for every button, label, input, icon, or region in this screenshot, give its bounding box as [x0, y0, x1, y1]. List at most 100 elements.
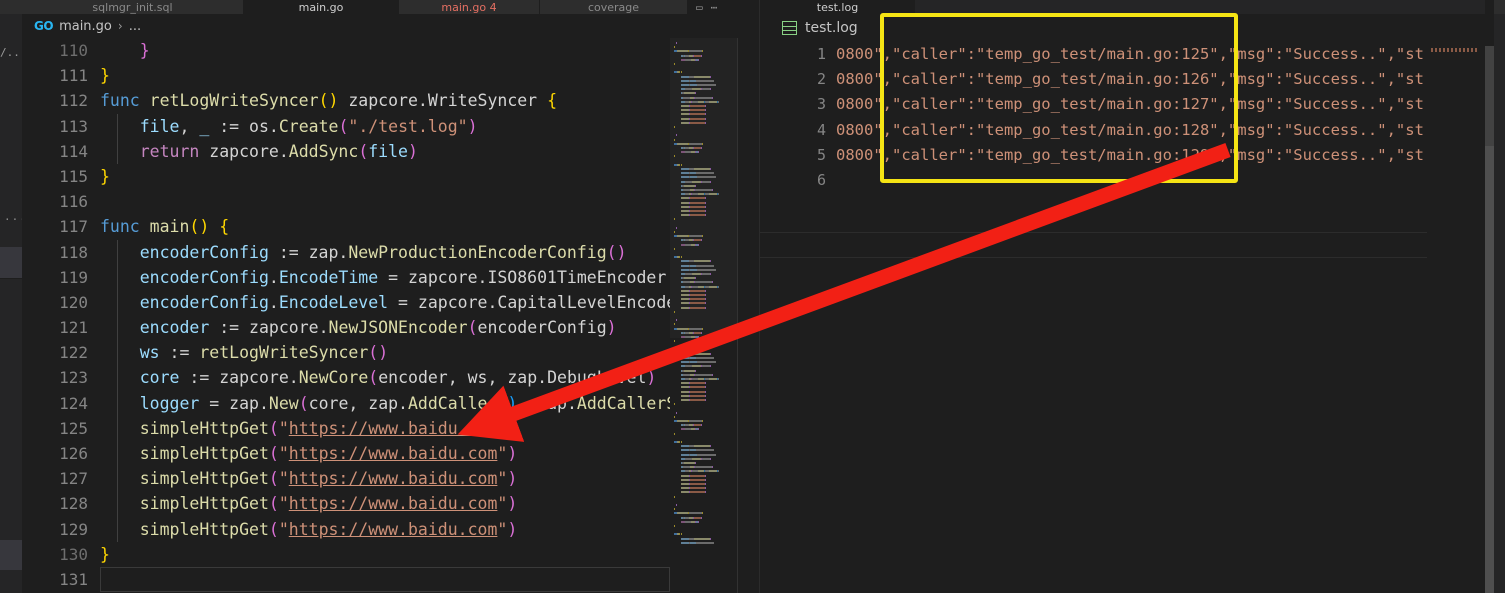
minimap-line: [690, 268, 697, 271]
minimap-line: [684, 277, 695, 280]
minimap-line: [691, 487, 704, 490]
minimap-line: [676, 319, 677, 322]
editor-line-number: 115: [22, 164, 100, 189]
editor-group-splitter[interactable]: [744, 0, 760, 593]
left-strip-tabbar: [0, 0, 22, 14]
editor-code-line[interactable]: simpleHttpGet("https://www.baidu.com"): [100, 466, 670, 492]
editor-code-line[interactable]: }: [100, 542, 670, 567]
code-token: encoderConfig: [139, 292, 269, 312]
editor-code-line[interactable]: }: [100, 164, 670, 189]
split-editor-icon[interactable]: ▭: [696, 1, 703, 14]
editor-code-line[interactable]: encoderConfig := zap.NewProductionEncode…: [100, 239, 670, 265]
more-actions-icon[interactable]: ⋯: [711, 1, 718, 14]
minimap-line: [705, 394, 706, 397]
minimap-slider[interactable]: [670, 38, 737, 338]
code-token: ": [497, 418, 508, 438]
editor-code-line[interactable]: logger = zap.New(core, zap.AddCaller(), …: [100, 390, 670, 416]
minimap-line: [684, 462, 695, 464]
left-strip-selected-item-2[interactable]: [0, 540, 22, 570]
editor-code-line[interactable]: simpleHttpGet("https://www.baidu.com"): [100, 516, 670, 542]
minimap-line: [701, 54, 702, 57]
code-token: encoder: [139, 318, 210, 338]
code-token[interactable]: https://www.baidu.com: [289, 520, 498, 539]
minimap-line: [691, 399, 704, 401]
code-line-text: logger = zap.New(core, zap.AddCaller(), …: [100, 391, 670, 416]
editor-code-line[interactable]: encoder := zapcore.NewJSONEncoder(encode…: [100, 315, 670, 341]
code-editor[interactable]: 110 111 112 113 114 115 116 117 118 119 120 121 122 1…: [22, 38, 670, 593]
minimap-line: [690, 453, 697, 456]
log-breadcrumb-file[interactable]: test.log: [805, 20, 858, 36]
editor-code-line[interactable]: simpleHttpGet("https://www.baidu.com"): [100, 441, 670, 467]
editor-tab-main-go[interactable]: main.go: [244, 0, 399, 14]
editor-tab-main-go-4[interactable]: main.go 4: [399, 0, 540, 14]
editor-code-line[interactable]: return zapcore.AddSync(file): [100, 138, 670, 164]
code-token: }: [100, 166, 110, 186]
log-content-area[interactable]: 1 0800","caller":"temp_go_test/main.go:12…: [760, 42, 1505, 593]
minimap-line: [705, 117, 706, 120]
editor-code-line[interactable]: core := zapcore.NewCore(encoder, ws, zap…: [100, 365, 670, 391]
log-line[interactable]: 3 0800","caller":"temp_go_test/main.go:12…: [760, 92, 1505, 117]
code-token: simpleHttpGet: [139, 519, 269, 539]
log-line[interactable]: 4 0800","caller":"temp_go_test/main.go:12…: [760, 118, 1505, 143]
editor-minimap[interactable]: [670, 38, 744, 593]
editor-code-line[interactable]: func retLogWriteSyncer() zapcore.WriteSy…: [100, 88, 670, 113]
code-token[interactable]: https://www.baidu.com: [289, 494, 498, 513]
code-token: ): [507, 469, 518, 489]
tab-test-log[interactable]: test.log: [760, 0, 915, 14]
editor-code-line[interactable]: }: [100, 63, 670, 88]
code-token: ": [278, 444, 289, 463]
code-token: AddSync: [288, 141, 359, 161]
minimap-line: [695, 373, 712, 376]
minimap-line: [705, 289, 706, 292]
editor-code-line[interactable]: }: [100, 38, 670, 63]
editor-code-line[interactable]: encoderConfig.EncodeLevel = zapcore.Capi…: [100, 289, 670, 316]
breadcrumb-ellipsis[interactable]: ...: [129, 19, 141, 34]
log-line-text: 0800","caller":"temp_go_test/main.go:127…: [836, 95, 1424, 114]
log-line[interactable]: 1 0800","caller":"temp_go_test/main.go:12…: [760, 42, 1505, 67]
minimap-line: [676, 504, 677, 506]
line-number: 125: [59, 418, 88, 438]
code-token: ": [278, 494, 289, 514]
minimap-line: [677, 512, 688, 515]
left-strip-selected-item-1[interactable]: [0, 247, 22, 279]
log-line[interactable]: 6: [760, 168, 1505, 193]
log-line[interactable]: 2 0800","caller":"temp_go_test/main.go:12…: [760, 67, 1505, 92]
minimap-line: [681, 445, 689, 448]
minimap-line: [705, 105, 706, 107]
editor-code-line[interactable]: encoderConfig.EncodeTime = zapcore.ISO86…: [100, 264, 670, 290]
editor-code-line[interactable]: func main() {: [100, 214, 670, 239]
minimap-line: [702, 327, 703, 330]
log-minimap[interactable]: [1427, 42, 1485, 593]
code-token[interactable]: https://www.baidu.com: [289, 444, 498, 463]
code-token: encoder, ws, zap.DebugLevel: [378, 368, 647, 388]
editor-code-area[interactable]: }} func retLogWriteSyncer() zapcore.Write…: [100, 38, 670, 593]
code-token: = zap.: [199, 393, 269, 413]
editor-code-line[interactable]: simpleHttpGet("https://www.baidu.com"): [100, 491, 670, 517]
line-number: 124: [59, 393, 88, 413]
minimap-line: [710, 537, 711, 540]
code-token: ): [507, 418, 518, 438]
editor-code-line[interactable]: ws := retLogWriteSyncer(): [100, 340, 670, 366]
minimap-line: [710, 273, 711, 275]
breadcrumb-file[interactable]: main.go: [59, 19, 112, 34]
editor-code-line[interactable]: simpleHttpGet("https://www.baidu.com"): [100, 415, 670, 441]
minimap-line: [695, 466, 712, 469]
code-token: (: [268, 469, 279, 489]
minimap-line: [681, 487, 689, 490]
code-token: func: [100, 91, 150, 111]
log-line-number: 1: [816, 45, 826, 63]
minimap-line: [674, 403, 675, 406]
minimap-line: [694, 352, 710, 355]
editor-tab-coverage[interactable]: coverage: [540, 0, 688, 14]
minimap-line: [694, 331, 701, 334]
code-token: core: [139, 368, 180, 388]
log-line[interactable]: 5 0800","caller":"temp_go_test/main.go:12…: [760, 143, 1505, 168]
code-token[interactable]: https://www.baidu.com: [289, 419, 498, 438]
editor-code-line[interactable]: [100, 189, 670, 214]
editor-tab-sqlmgr-init-sql[interactable]: sqlmgr_init.sql: [22, 0, 244, 14]
code-token[interactable]: https://www.baidu.com: [289, 469, 498, 488]
editor-code-line[interactable]: file, _ := os.Create("./test.log"): [100, 113, 670, 139]
minimap-line: [674, 432, 675, 435]
